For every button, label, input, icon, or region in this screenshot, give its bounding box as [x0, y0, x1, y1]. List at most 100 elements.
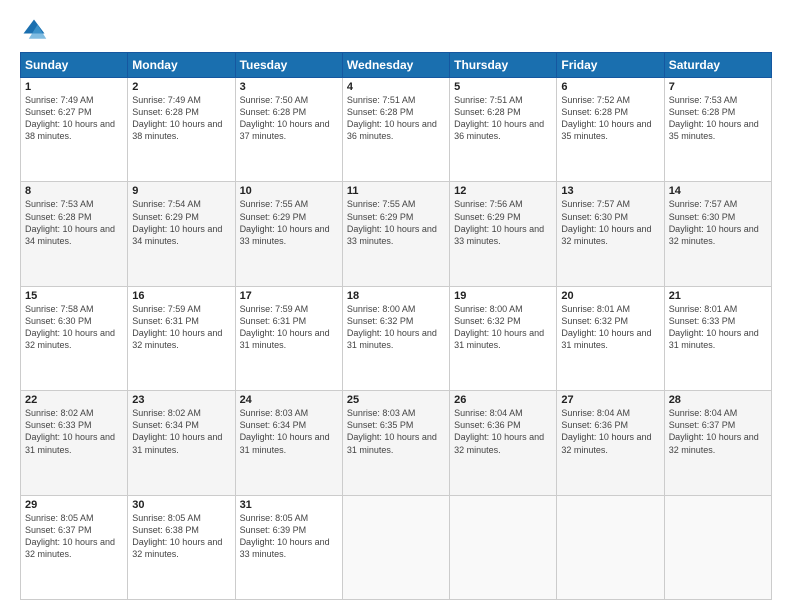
day-info: Sunrise: 8:04 AMSunset: 6:36 PMDaylight:… [454, 408, 544, 454]
day-info: Sunrise: 7:56 AMSunset: 6:29 PMDaylight:… [454, 199, 544, 245]
day-info: Sunrise: 8:02 AMSunset: 6:33 PMDaylight:… [25, 408, 115, 454]
calendar-header-saturday: Saturday [664, 53, 771, 78]
day-number: 30 [132, 499, 230, 511]
calendar-header-monday: Monday [128, 53, 235, 78]
day-number: 26 [454, 394, 552, 406]
day-info: Sunrise: 7:58 AMSunset: 6:30 PMDaylight:… [25, 304, 115, 350]
day-info: Sunrise: 7:57 AMSunset: 6:30 PMDaylight:… [561, 199, 651, 245]
calendar-cell: 3 Sunrise: 7:50 AMSunset: 6:28 PMDayligh… [235, 78, 342, 182]
calendar-cell: 26 Sunrise: 8:04 AMSunset: 6:36 PMDaylig… [450, 391, 557, 495]
day-number: 1 [25, 81, 123, 93]
calendar-header-sunday: Sunday [21, 53, 128, 78]
day-number: 2 [132, 81, 230, 93]
calendar-cell: 9 Sunrise: 7:54 AMSunset: 6:29 PMDayligh… [128, 182, 235, 286]
day-info: Sunrise: 7:51 AMSunset: 6:28 PMDaylight:… [347, 95, 437, 141]
calendar-table: SundayMondayTuesdayWednesdayThursdayFrid… [20, 52, 772, 600]
day-info: Sunrise: 8:01 AMSunset: 6:32 PMDaylight:… [561, 304, 651, 350]
logo-icon [20, 16, 48, 44]
calendar-cell: 28 Sunrise: 8:04 AMSunset: 6:37 PMDaylig… [664, 391, 771, 495]
day-number: 29 [25, 499, 123, 511]
day-number: 21 [669, 290, 767, 302]
day-info: Sunrise: 7:54 AMSunset: 6:29 PMDaylight:… [132, 199, 222, 245]
calendar-cell: 22 Sunrise: 8:02 AMSunset: 6:33 PMDaylig… [21, 391, 128, 495]
calendar-cell: 29 Sunrise: 8:05 AMSunset: 6:37 PMDaylig… [21, 495, 128, 599]
day-info: Sunrise: 8:00 AMSunset: 6:32 PMDaylight:… [347, 304, 437, 350]
day-number: 22 [25, 394, 123, 406]
day-number: 27 [561, 394, 659, 406]
day-number: 20 [561, 290, 659, 302]
calendar-cell: 8 Sunrise: 7:53 AMSunset: 6:28 PMDayligh… [21, 182, 128, 286]
day-info: Sunrise: 8:04 AMSunset: 6:36 PMDaylight:… [561, 408, 651, 454]
calendar-cell [342, 495, 449, 599]
calendar-cell: 14 Sunrise: 7:57 AMSunset: 6:30 PMDaylig… [664, 182, 771, 286]
calendar-cell: 20 Sunrise: 8:01 AMSunset: 6:32 PMDaylig… [557, 286, 664, 390]
day-number: 25 [347, 394, 445, 406]
day-number: 19 [454, 290, 552, 302]
calendar-cell: 1 Sunrise: 7:49 AMSunset: 6:27 PMDayligh… [21, 78, 128, 182]
day-info: Sunrise: 7:49 AMSunset: 6:28 PMDaylight:… [132, 95, 222, 141]
calendar-cell: 10 Sunrise: 7:55 AMSunset: 6:29 PMDaylig… [235, 182, 342, 286]
calendar-week-4: 22 Sunrise: 8:02 AMSunset: 6:33 PMDaylig… [21, 391, 772, 495]
day-info: Sunrise: 7:50 AMSunset: 6:28 PMDaylight:… [240, 95, 330, 141]
day-number: 24 [240, 394, 338, 406]
calendar-cell [664, 495, 771, 599]
calendar-cell: 17 Sunrise: 7:59 AMSunset: 6:31 PMDaylig… [235, 286, 342, 390]
calendar-header-row: SundayMondayTuesdayWednesdayThursdayFrid… [21, 53, 772, 78]
header [20, 16, 772, 44]
day-info: Sunrise: 8:03 AMSunset: 6:35 PMDaylight:… [347, 408, 437, 454]
day-info: Sunrise: 7:59 AMSunset: 6:31 PMDaylight:… [240, 304, 330, 350]
day-number: 7 [669, 81, 767, 93]
day-info: Sunrise: 8:04 AMSunset: 6:37 PMDaylight:… [669, 408, 759, 454]
day-info: Sunrise: 7:49 AMSunset: 6:27 PMDaylight:… [25, 95, 115, 141]
calendar-cell [557, 495, 664, 599]
calendar-cell: 27 Sunrise: 8:04 AMSunset: 6:36 PMDaylig… [557, 391, 664, 495]
day-number: 5 [454, 81, 552, 93]
day-number: 28 [669, 394, 767, 406]
day-number: 8 [25, 185, 123, 197]
day-number: 31 [240, 499, 338, 511]
day-info: Sunrise: 7:53 AMSunset: 6:28 PMDaylight:… [25, 199, 115, 245]
day-number: 15 [25, 290, 123, 302]
day-info: Sunrise: 7:51 AMSunset: 6:28 PMDaylight:… [454, 95, 544, 141]
calendar-cell: 23 Sunrise: 8:02 AMSunset: 6:34 PMDaylig… [128, 391, 235, 495]
day-number: 4 [347, 81, 445, 93]
day-number: 9 [132, 185, 230, 197]
calendar-cell: 2 Sunrise: 7:49 AMSunset: 6:28 PMDayligh… [128, 78, 235, 182]
day-number: 13 [561, 185, 659, 197]
day-info: Sunrise: 8:01 AMSunset: 6:33 PMDaylight:… [669, 304, 759, 350]
calendar-header-tuesday: Tuesday [235, 53, 342, 78]
calendar-cell: 18 Sunrise: 8:00 AMSunset: 6:32 PMDaylig… [342, 286, 449, 390]
calendar-cell: 11 Sunrise: 7:55 AMSunset: 6:29 PMDaylig… [342, 182, 449, 286]
calendar-cell: 5 Sunrise: 7:51 AMSunset: 6:28 PMDayligh… [450, 78, 557, 182]
calendar-cell: 30 Sunrise: 8:05 AMSunset: 6:38 PMDaylig… [128, 495, 235, 599]
day-info: Sunrise: 8:00 AMSunset: 6:32 PMDaylight:… [454, 304, 544, 350]
calendar-week-2: 8 Sunrise: 7:53 AMSunset: 6:28 PMDayligh… [21, 182, 772, 286]
calendar-header-wednesday: Wednesday [342, 53, 449, 78]
logo [20, 16, 52, 44]
calendar-cell: 13 Sunrise: 7:57 AMSunset: 6:30 PMDaylig… [557, 182, 664, 286]
calendar-cell: 15 Sunrise: 7:58 AMSunset: 6:30 PMDaylig… [21, 286, 128, 390]
day-info: Sunrise: 7:57 AMSunset: 6:30 PMDaylight:… [669, 199, 759, 245]
day-number: 11 [347, 185, 445, 197]
day-number: 14 [669, 185, 767, 197]
day-number: 10 [240, 185, 338, 197]
day-number: 18 [347, 290, 445, 302]
day-info: Sunrise: 7:59 AMSunset: 6:31 PMDaylight:… [132, 304, 222, 350]
calendar-week-5: 29 Sunrise: 8:05 AMSunset: 6:37 PMDaylig… [21, 495, 772, 599]
calendar-cell: 25 Sunrise: 8:03 AMSunset: 6:35 PMDaylig… [342, 391, 449, 495]
day-info: Sunrise: 7:55 AMSunset: 6:29 PMDaylight:… [240, 199, 330, 245]
calendar-week-1: 1 Sunrise: 7:49 AMSunset: 6:27 PMDayligh… [21, 78, 772, 182]
day-number: 12 [454, 185, 552, 197]
calendar-cell: 24 Sunrise: 8:03 AMSunset: 6:34 PMDaylig… [235, 391, 342, 495]
calendar-cell [450, 495, 557, 599]
calendar-cell: 4 Sunrise: 7:51 AMSunset: 6:28 PMDayligh… [342, 78, 449, 182]
day-info: Sunrise: 8:02 AMSunset: 6:34 PMDaylight:… [132, 408, 222, 454]
calendar-header-friday: Friday [557, 53, 664, 78]
calendar-cell: 7 Sunrise: 7:53 AMSunset: 6:28 PMDayligh… [664, 78, 771, 182]
calendar-cell: 21 Sunrise: 8:01 AMSunset: 6:33 PMDaylig… [664, 286, 771, 390]
calendar-header-thursday: Thursday [450, 53, 557, 78]
day-info: Sunrise: 8:05 AMSunset: 6:39 PMDaylight:… [240, 513, 330, 559]
calendar-cell: 12 Sunrise: 7:56 AMSunset: 6:29 PMDaylig… [450, 182, 557, 286]
day-number: 17 [240, 290, 338, 302]
day-number: 6 [561, 81, 659, 93]
